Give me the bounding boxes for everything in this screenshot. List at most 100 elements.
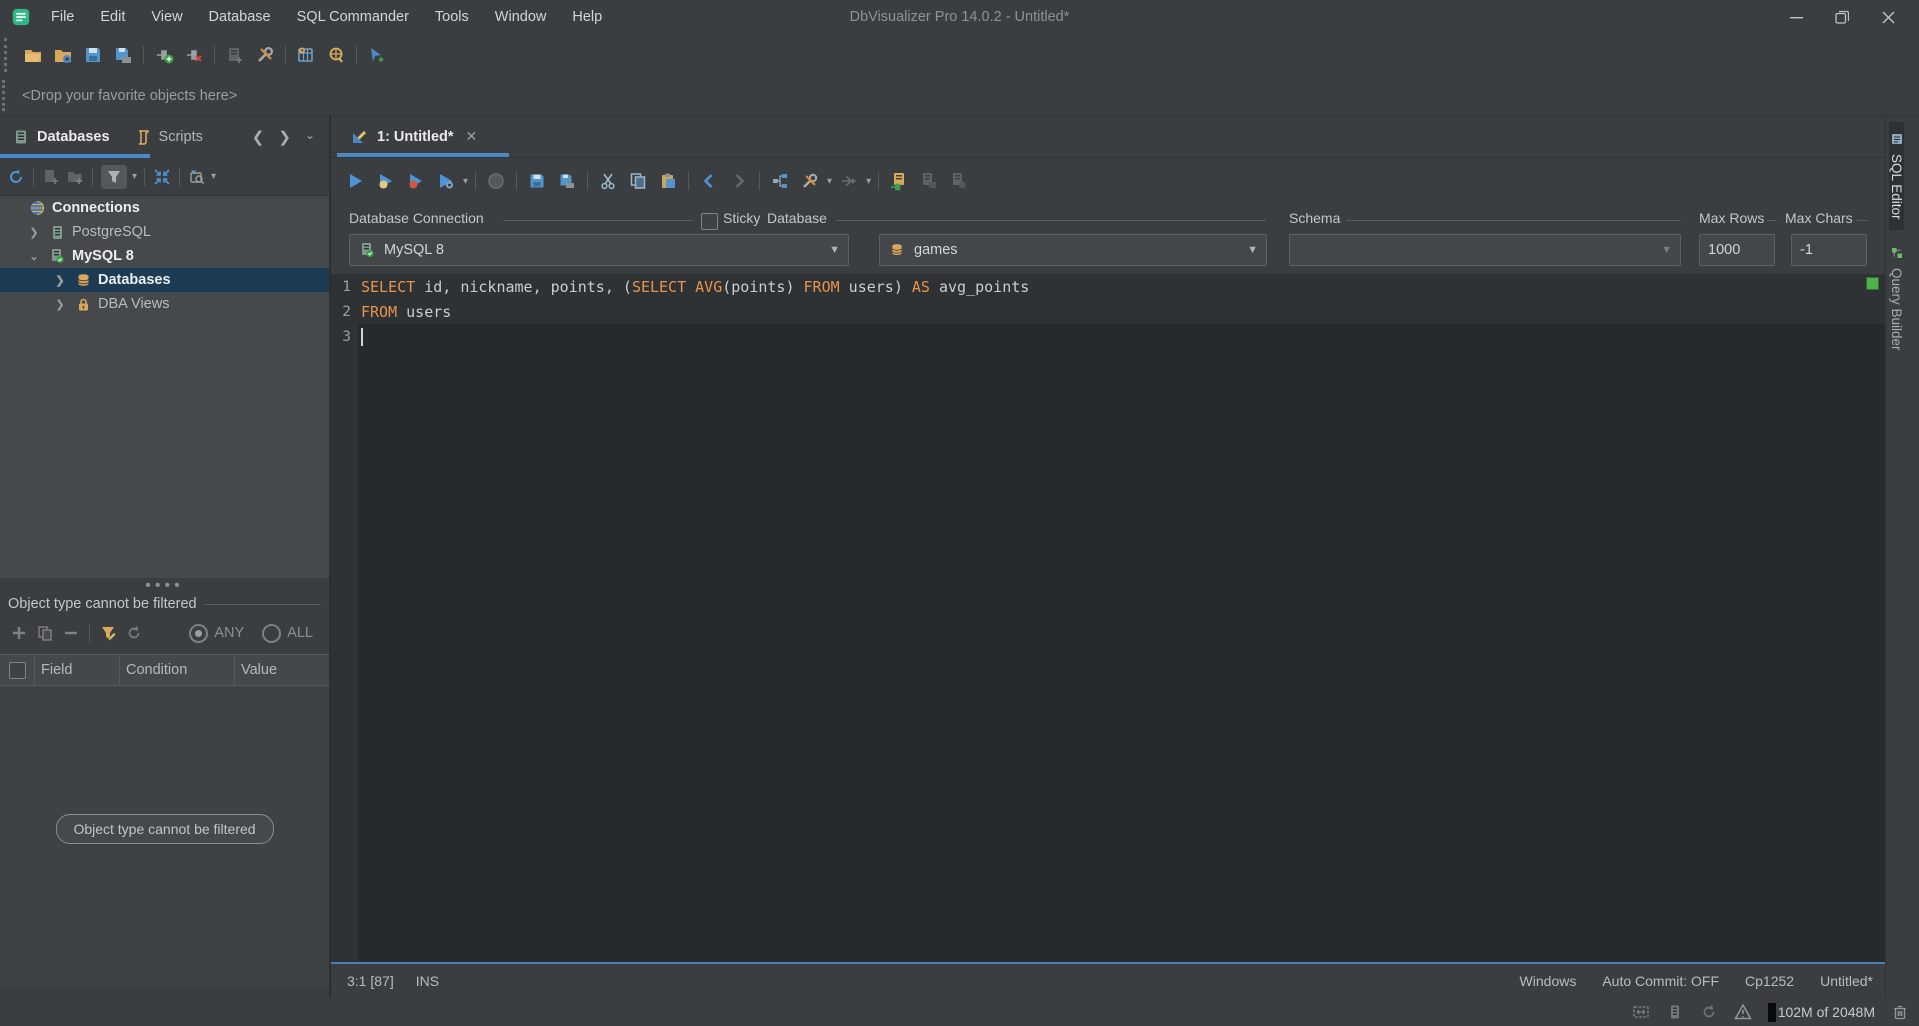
memory-monitor[interactable]: 102M of 2048M xyxy=(1768,1003,1875,1022)
locate-in-tree-icon[interactable] xyxy=(188,168,206,186)
expand-chevron-icon[interactable]: ❯ xyxy=(52,274,68,287)
memory-caret-block xyxy=(1768,1003,1776,1022)
refresh-filter-icon xyxy=(125,624,143,642)
tree-row-mysql8[interactable]: ⌄ MySQL 8 xyxy=(0,244,329,268)
execute-options-chevron-icon[interactable]: ▾ xyxy=(463,176,468,187)
database-icon xyxy=(74,271,92,289)
filter-tree-button[interactable] xyxy=(101,165,127,189)
schema-combo[interactable]: ▼ xyxy=(1289,234,1681,266)
column-header-field[interactable]: Field xyxy=(34,655,119,685)
sticky-checkbox[interactable] xyxy=(701,213,718,230)
tree-row-postgresql[interactable]: ❯ PostgreSQL xyxy=(0,220,329,244)
radio-any[interactable]: ANY xyxy=(189,624,244,643)
database-combo[interactable]: games ▼ xyxy=(879,234,1267,266)
tree-row-connections[interactable]: Connections xyxy=(0,196,329,220)
collapse-chevron-icon[interactable]: ⌄ xyxy=(26,250,42,263)
commit-db-icon[interactable] xyxy=(888,170,910,192)
favorites-drop-bar[interactable]: <Drop your favorite objects here> xyxy=(0,76,1919,116)
connections-globe-icon xyxy=(28,199,46,217)
max-chars-input[interactable] xyxy=(1791,234,1867,266)
connection-combo[interactable]: MySQL 8 ▼ xyxy=(349,234,849,266)
menu-database[interactable]: Database xyxy=(196,0,284,34)
menu-sql-commander[interactable]: SQL Commander xyxy=(284,0,422,34)
open-file-settings-icon[interactable] xyxy=(51,43,75,67)
tab-list-chevron-icon[interactable]: ⌄ xyxy=(305,128,315,146)
code-line[interactable]: 1SELECT id, nickname, points, (SELECT AV… xyxy=(331,274,1885,299)
warning-icon[interactable] xyxy=(1734,1003,1752,1021)
max-rows-input[interactable] xyxy=(1699,234,1775,266)
column-header-value[interactable]: Value xyxy=(234,655,329,685)
disconnect-icon[interactable] xyxy=(182,43,206,67)
menu-file[interactable]: File xyxy=(38,0,87,34)
driver-manager-icon[interactable] xyxy=(324,43,348,67)
status-autocommit[interactable]: Auto Commit: OFF xyxy=(1602,973,1719,989)
minimize-button[interactable] xyxy=(1773,0,1819,34)
tab-databases[interactable]: Databases xyxy=(0,116,122,158)
back-icon[interactable] xyxy=(698,170,720,192)
code-line[interactable]: 2FROM users xyxy=(331,299,1885,324)
expand-chevron-icon[interactable]: ❯ xyxy=(26,226,42,239)
save-icon[interactable] xyxy=(81,43,105,67)
open-file-icon[interactable] xyxy=(21,43,45,67)
menu-window[interactable]: Window xyxy=(482,0,560,34)
active-tab-indicator xyxy=(337,153,509,157)
close-button[interactable] xyxy=(1865,0,1911,34)
editor-tab-untitled[interactable]: 1: Untitled* ✕ xyxy=(341,116,487,157)
menu-help[interactable]: Help xyxy=(559,0,615,34)
code-line[interactable]: 3 xyxy=(331,324,1885,349)
data-monitor-icon[interactable] xyxy=(294,43,318,67)
filter-options-chevron-icon[interactable]: ▾ xyxy=(132,171,137,182)
cut-icon[interactable] xyxy=(597,170,619,192)
copy-icon[interactable] xyxy=(627,170,649,192)
tab-manager-icon[interactable] xyxy=(1632,1003,1650,1021)
status-encoding[interactable]: Cp1252 xyxy=(1745,973,1794,989)
format-sql-icon[interactable] xyxy=(769,170,791,192)
execute-current-icon[interactable] xyxy=(375,170,397,192)
code-text: FROM users xyxy=(351,303,451,321)
column-header-condition[interactable]: Condition xyxy=(119,655,234,685)
line-number-gutter xyxy=(331,274,358,962)
connections-status-icon[interactable] xyxy=(1666,1003,1684,1021)
tab-close-icon[interactable]: ✕ xyxy=(466,128,478,145)
tab-scripts[interactable]: Scripts xyxy=(122,116,215,158)
vtab-sql-editor[interactable]: SQL Editor xyxy=(1889,122,1904,230)
tree-row-dba-views[interactable]: ❯ DBA Views xyxy=(0,292,329,316)
garbage-collect-icon[interactable] xyxy=(1891,1003,1909,1021)
save-as-icon[interactable] xyxy=(111,43,135,67)
max-rows-label: Max Rows xyxy=(1699,210,1764,226)
tree-row-databases[interactable]: ❯ Databases xyxy=(0,268,329,292)
execute-icon[interactable] xyxy=(345,170,367,192)
save-sql-as-icon[interactable] xyxy=(556,170,578,192)
settings-chevron-icon[interactable]: ▾ xyxy=(827,176,832,187)
editor-settings-wrench-icon[interactable] xyxy=(799,170,821,192)
server-icon xyxy=(48,223,66,241)
locate-options-chevron-icon[interactable]: ▾ xyxy=(211,171,216,182)
execute-buffer-icon[interactable] xyxy=(405,170,427,192)
tool-properties-icon[interactable] xyxy=(253,43,277,67)
expand-chevron-icon[interactable]: ❯ xyxy=(52,298,68,311)
edit-filter-icon[interactable] xyxy=(99,624,117,642)
tab-nav-prev-icon[interactable]: ❮ xyxy=(252,128,265,146)
collapse-all-icon[interactable] xyxy=(153,168,171,186)
tab-nav-next-icon[interactable]: ❯ xyxy=(278,128,291,146)
sql-code-area[interactable]: 1SELECT id, nickname, points, (SELECT AV… xyxy=(331,274,1885,962)
editor-tab-strip: 1: Untitled* ✕ xyxy=(331,116,1885,158)
menu-edit[interactable]: Edit xyxy=(87,0,138,34)
save-sql-icon[interactable] xyxy=(526,170,548,192)
menu-tools[interactable]: Tools xyxy=(422,0,482,34)
connect-icon[interactable] xyxy=(152,43,176,67)
execute-explain-icon[interactable] xyxy=(435,170,457,192)
new-bookmark-icon[interactable] xyxy=(365,43,389,67)
refresh-tree-icon[interactable] xyxy=(7,168,25,186)
restore-button[interactable] xyxy=(1819,0,1865,34)
join-chevron-icon[interactable]: ▾ xyxy=(866,176,871,187)
filter-header-checkbox[interactable] xyxy=(9,662,26,679)
menu-view[interactable]: View xyxy=(138,0,195,34)
radio-all[interactable]: ALL xyxy=(262,624,313,643)
filter-toolbar: ANY ALL xyxy=(0,616,329,650)
paste-icon[interactable] xyxy=(657,170,679,192)
dropbar-grip[interactable] xyxy=(2,80,10,111)
panel-splitter-handle[interactable]: •••• xyxy=(0,578,329,594)
vtab-query-builder[interactable]: Query Builder xyxy=(1889,236,1904,361)
toolbar-grip[interactable] xyxy=(4,38,12,72)
